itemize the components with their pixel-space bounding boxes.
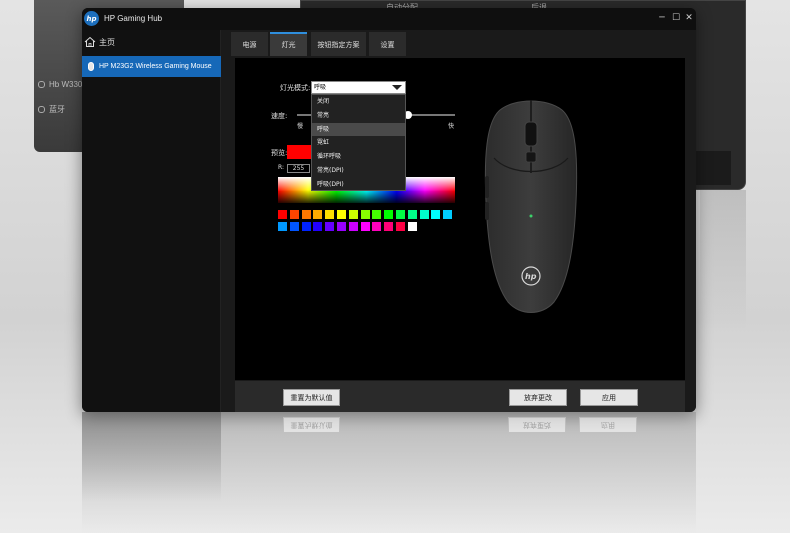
palette-color-swatch[interactable] [360,221,370,231]
color-palette [278,210,455,233]
palette-color-swatch[interactable] [372,221,382,231]
palette-color-swatch[interactable] [301,210,311,219]
apply-button[interactable]: 应用 [580,389,638,406]
palette-color-swatch[interactable] [313,221,323,231]
palette-color-swatch[interactable] [384,210,394,219]
dropdown-option-selected[interactable]: 呼吸 [312,122,405,137]
palette-color-swatch[interactable] [395,221,405,231]
tab-lighting[interactable]: 灯光 [270,32,307,56]
lighting-mode-select[interactable]: 呼吸 [311,81,406,94]
red-value-input[interactable]: 255 [287,164,310,173]
dropdown-option[interactable]: 循环呼吸 [312,150,405,164]
apply-button-reflection: 应用 [579,417,637,433]
dropdown-option[interactable]: 呼吸(DPI) [312,178,405,192]
palette-color-swatch[interactable] [336,221,346,231]
palette-color-swatch[interactable] [384,221,394,231]
lighting-mode-label: 灯光模式: [280,84,311,92]
palette-color-swatch[interactable] [336,210,346,219]
reset-button-reflection: 重置为默认值 [283,417,340,433]
tab-button-assignment[interactable]: 按钮指定方案 [311,32,366,56]
background-list-item: 蓝牙 [38,104,65,115]
title-bar: hp HP Gaming Hub ─ ☐ ✕ [82,8,696,30]
maximize-button[interactable]: ☐ [670,12,682,24]
sidebar-reflection [82,412,221,502]
palette-color-swatch[interactable] [325,221,335,231]
tab-settings[interactable]: 设置 [369,32,406,56]
content-area: 电源 灯光 按钮指定方案 设置 灯光模式: 呼吸 速度: 慢 快 预览: R: … [221,30,696,412]
palette-color-swatch[interactable] [325,210,335,219]
palette-color-swatch[interactable] [278,210,287,219]
palette-color-swatch[interactable] [289,210,299,219]
lighting-mode-value: 呼吸 [314,84,327,91]
home-icon [84,36,96,47]
mouse-hp-logo: hp [525,272,537,281]
palette-color-swatch[interactable] [360,210,370,219]
discard-button-reflection: 放弃更改 [508,417,566,433]
palette-color-swatch[interactable] [395,210,405,219]
close-button[interactable]: ✕ [683,12,695,24]
sidebar-item-home[interactable]: 主页 [84,36,115,48]
palette-row [278,210,455,219]
palette-color-swatch[interactable] [431,210,441,219]
sidebar-item-label: HP M23G2 Wireless Gaming Mouse [99,63,212,70]
color-preview-swatch [287,145,312,159]
sidebar-item-label: 主页 [99,37,115,47]
background-item-label: Hb W330 [49,80,83,89]
app-title: HP Gaming Hub [104,14,163,23]
lighting-mode-dropdown: 关闭 常亮 呼吸 霓虹 循环呼吸 常亮(DPI) 呼吸(DPI) [311,94,406,191]
minimize-button[interactable]: ─ [656,12,668,24]
palette-color-swatch[interactable] [289,221,299,231]
main-window: hp HP Gaming Hub ─ ☐ ✕ 主页 HP M23G2 Wirel… [82,8,696,412]
dropdown-option[interactable]: 常亮(DPI) [312,164,405,178]
palette-color-swatch[interactable] [313,210,323,219]
dropdown-option[interactable]: 霓虹 [312,136,405,150]
window-reflection: 重置为默认值 放弃更改 应用 [82,412,696,533]
palette-color-swatch[interactable] [301,221,311,231]
background-list-item: Hb W330 [38,80,82,89]
palette-color-swatch[interactable] [443,210,453,219]
background-window-reflection [700,190,746,330]
speed-min-label: 慢 [297,123,304,130]
sidebar: 主页 HP M23G2 Wireless Gaming Mouse [82,30,221,412]
palette-row [278,221,455,231]
mouse-icon [88,62,94,71]
device-icon [38,81,45,88]
dropdown-option[interactable]: 关闭 [312,95,405,109]
reset-defaults-button[interactable]: 重置为默认值 [283,389,340,406]
dropdown-option[interactable]: 常亮 [312,109,405,123]
speed-max-label: 快 [448,123,455,130]
palette-color-swatch[interactable] [372,210,382,219]
tab-power[interactable]: 电源 [231,32,268,56]
palette-color-swatch[interactable] [419,210,429,219]
hp-logo-icon: hp [84,11,99,26]
background-item-label: 蓝牙 [49,105,65,114]
lighting-panel: 灯光模式: 呼吸 速度: 慢 快 预览: R: 255 关闭 常亮 呼吸 霓虹 … [235,58,685,380]
action-bar: 重置为默认值 放弃更改 应用 [235,381,685,412]
r-label: R: [278,164,285,171]
mouse-image [484,100,578,313]
sidebar-item-device[interactable]: HP M23G2 Wireless Gaming Mouse [82,56,221,77]
palette-color-swatch[interactable] [407,221,417,231]
discard-changes-button[interactable]: 放弃更改 [509,389,567,406]
chevron-down-icon [392,85,402,90]
speed-label: 速度: [271,112,288,120]
palette-color-swatch[interactable] [348,221,358,231]
palette-color-swatch[interactable] [407,210,417,219]
device-icon [38,106,45,113]
palette-color-swatch[interactable] [278,221,287,231]
palette-color-swatch[interactable] [348,210,358,219]
preview-label: 预览: [271,149,288,157]
